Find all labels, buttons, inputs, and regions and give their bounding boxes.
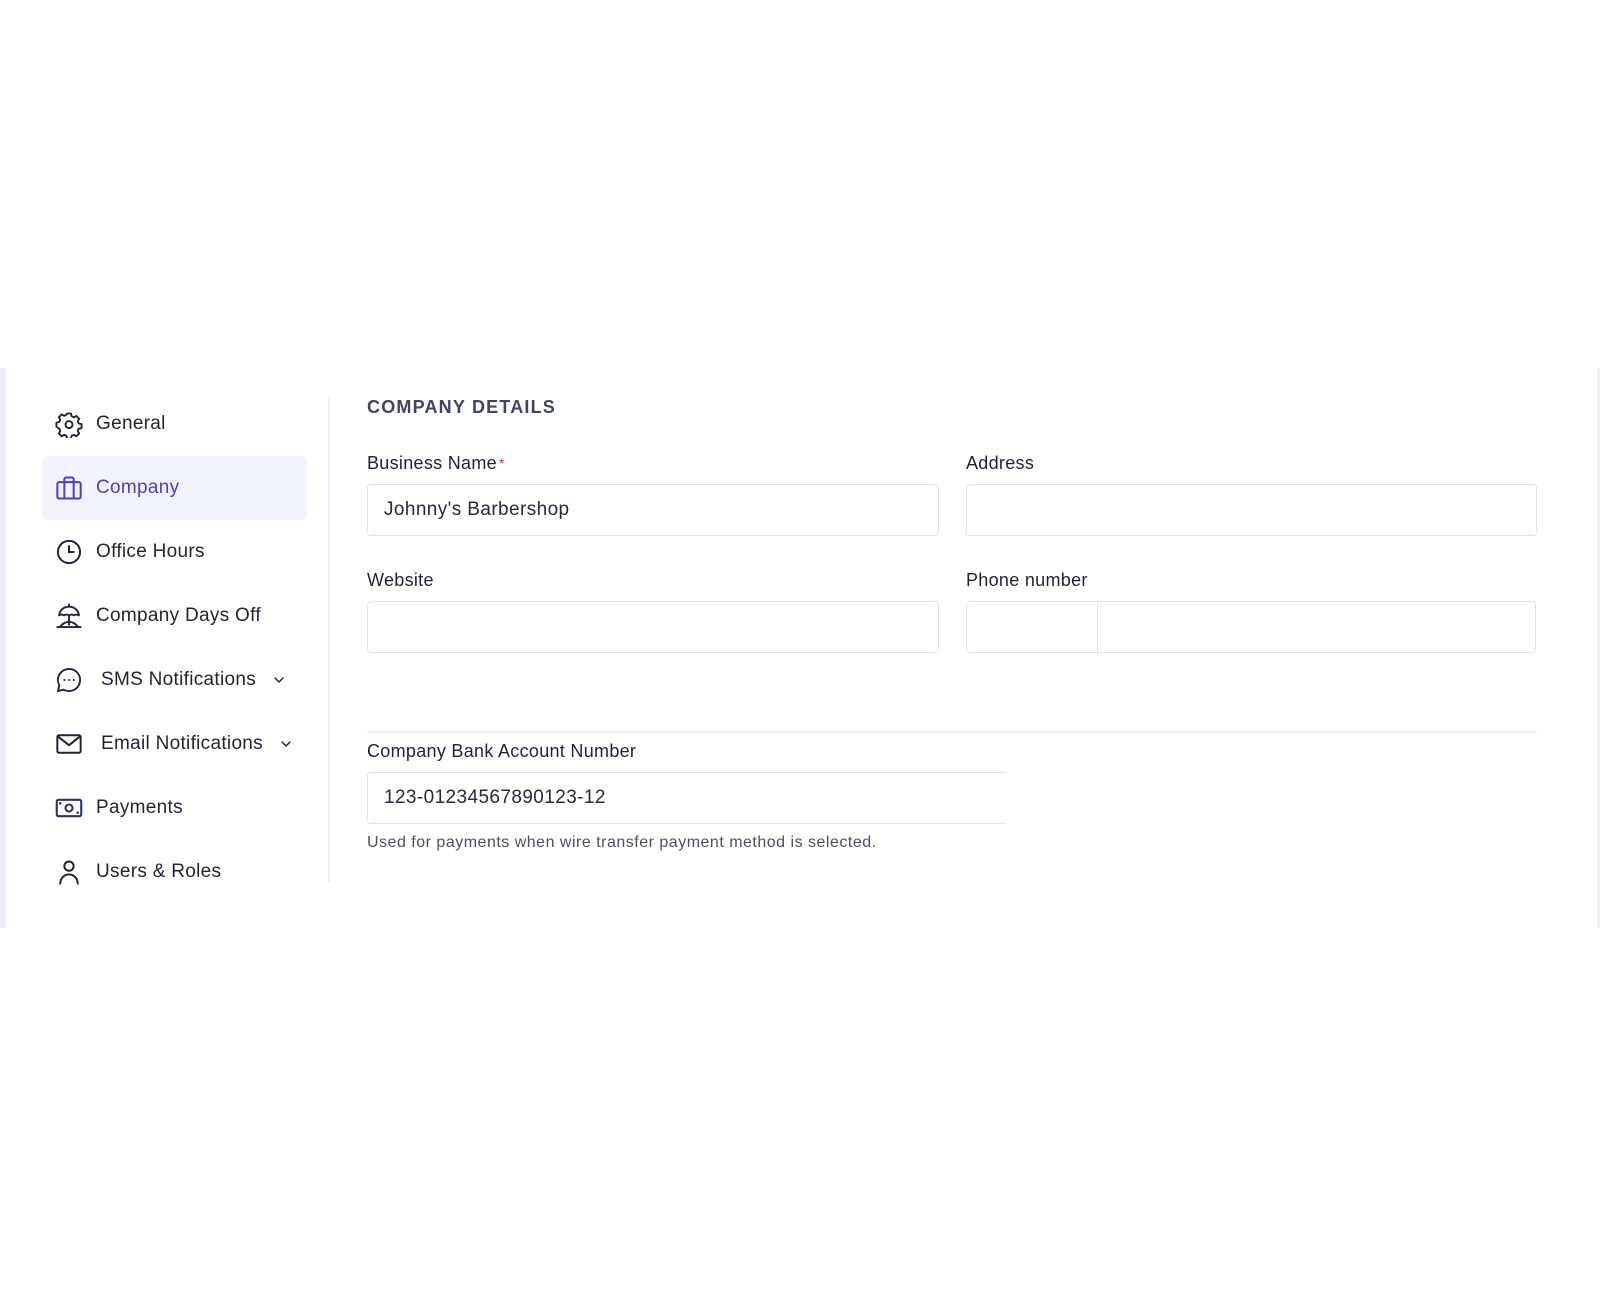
beach-umbrella-icon — [54, 601, 84, 631]
required-mark: * — [498, 455, 505, 471]
sidebar-item-label: Office Hours — [96, 541, 205, 562]
sidebar-item-label: General — [96, 413, 166, 434]
phone-label: Phone number — [966, 570, 1088, 590]
phone-input[interactable] — [966, 601, 1536, 654]
gear-icon — [54, 409, 84, 439]
website-field: Website — [367, 567, 939, 653]
sidebar-item-label: Users & Roles — [96, 861, 222, 882]
business-name-input[interactable]: Johnny's Barbershop — [367, 484, 939, 536]
address-field: Address — [966, 450, 1537, 536]
sidebar-item-label: SMS Notifications — [101, 669, 257, 690]
clock-icon — [54, 537, 84, 567]
business-name-label: Business Name * — [367, 450, 939, 476]
sidebar-item-users-roles[interactable]: Users & Roles — [42, 840, 307, 904]
panel-left-edge — [0, 368, 6, 928]
sidebar-item-sms-notifications[interactable]: SMS Notifications — [42, 648, 307, 712]
company-details-form: COMPANY DETAILS Business Name * Johnny's … — [367, 392, 1537, 851]
section-divider — [367, 731, 1537, 733]
business-name-label-text: Business Name — [367, 453, 497, 473]
banknote-icon — [54, 793, 84, 823]
briefcase-icon — [54, 473, 84, 503]
user-icon — [54, 857, 84, 887]
sidebar-item-general[interactable]: General — [42, 392, 307, 456]
website-input[interactable] — [367, 601, 939, 653]
bank-account-help-text: Used for payments when wire transfer pay… — [367, 834, 877, 851]
address-input[interactable] — [966, 484, 1537, 536]
section-title: COMPANY DETAILS — [367, 397, 557, 417]
phone-field: Phone number — [966, 567, 1536, 654]
sidebar-item-label: Company — [96, 477, 180, 498]
chevron-down-icon[interactable] — [279, 737, 293, 751]
sidebar-item-company-days-off[interactable]: Company Days Off — [42, 584, 307, 648]
sidebar-item-label: Payments — [96, 797, 183, 818]
sidebar-item-office-hours[interactable]: Office Hours — [42, 520, 307, 584]
envelope-icon — [54, 729, 84, 759]
bank-account-field: Company Bank Account Number 123-01234567… — [367, 738, 1007, 852]
bank-account-input[interactable]: 123-01234567890123-12 — [367, 772, 1007, 824]
bank-account-label: Company Bank Account Number — [367, 741, 637, 761]
sidebar-item-company[interactable]: Company — [42, 456, 307, 520]
sidebar-item-label: Company Days Off — [96, 605, 261, 626]
sidebar-item-label: Email Notifications — [101, 733, 263, 754]
website-label: Website — [367, 570, 434, 590]
phone-country-divider — [1097, 602, 1098, 654]
business-name-field: Business Name * Johnny's Barbershop — [367, 450, 939, 536]
chevron-down-icon[interactable] — [272, 673, 286, 687]
address-label: Address — [966, 453, 1035, 473]
settings-panel: General Company Office Hours Company Day… — [0, 368, 1600, 928]
sidebar-item-email-notifications[interactable]: Email Notifications — [42, 712, 307, 776]
chat-bubble-icon — [54, 665, 84, 695]
sidebar-item-payments[interactable]: Payments — [42, 776, 307, 840]
settings-sidebar: General Company Office Hours Company Day… — [42, 392, 307, 904]
sidebar-divider — [328, 396, 330, 882]
